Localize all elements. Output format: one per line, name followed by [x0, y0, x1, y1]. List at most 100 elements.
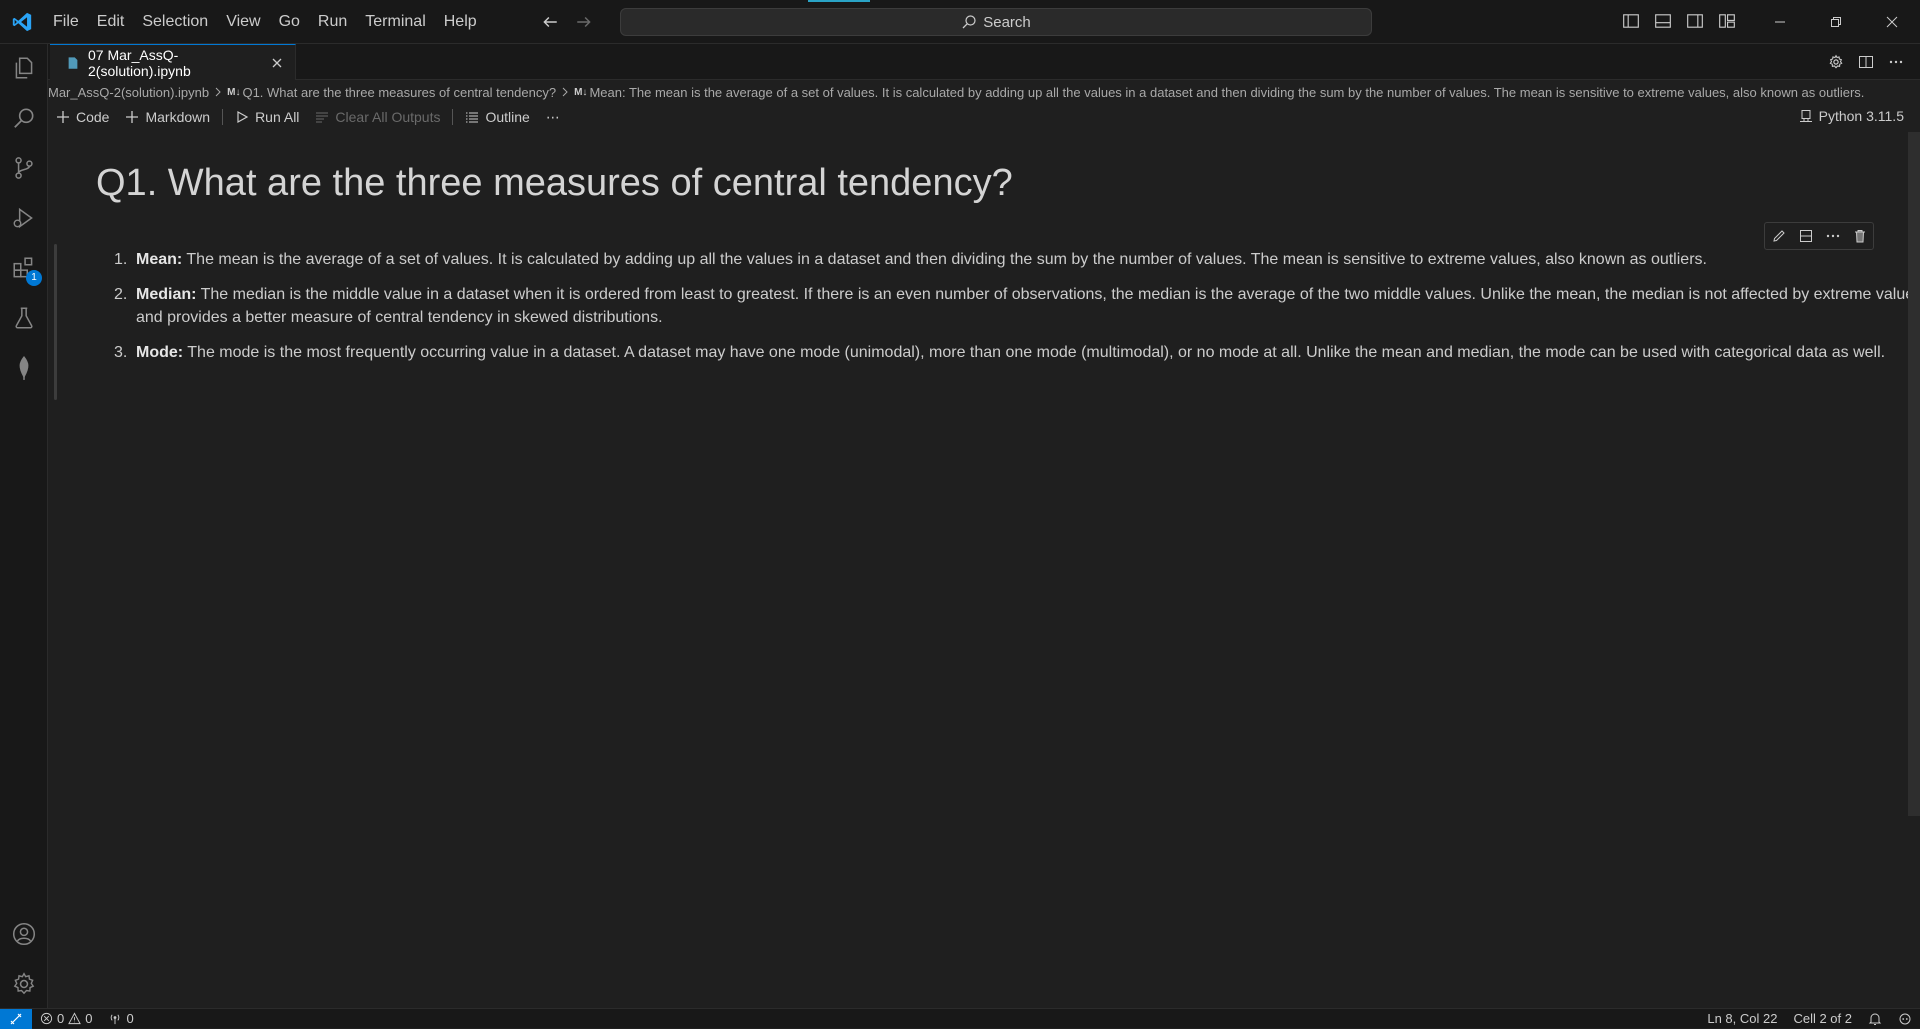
layout-controls — [1620, 10, 1738, 32]
restore-icon[interactable] — [1808, 0, 1864, 44]
menu-file[interactable]: File — [44, 7, 88, 37]
explorer-icon[interactable] — [0, 44, 48, 92]
menu-view[interactable]: View — [217, 7, 269, 37]
toolbar-divider — [452, 109, 454, 125]
clear-outputs-icon — [315, 110, 329, 124]
source-control-icon[interactable] — [0, 144, 48, 192]
chevron-right-icon — [213, 87, 223, 97]
split-editor-icon[interactable] — [1856, 52, 1876, 72]
run-and-debug-icon[interactable] — [0, 194, 48, 242]
menu-run[interactable]: Run — [309, 7, 356, 37]
split-cell-icon[interactable] — [1796, 226, 1816, 246]
mongodb-leaf-icon[interactable] — [0, 344, 48, 392]
menu-help[interactable]: Help — [435, 7, 486, 37]
search-label: Search — [983, 13, 1031, 31]
measures-list: 1. Mean: The mean is the average of a se… — [114, 248, 1920, 376]
toolbar-more-button[interactable]: ⋯ — [538, 105, 568, 129]
status-bar: 0 0 0 Ln 8, Col 22 Cell 2 of 2 — [0, 1008, 1920, 1029]
list-text: The mean is the average of a set of valu… — [182, 251, 1707, 268]
clear-outputs-label: Clear All Outputs — [335, 109, 441, 125]
accounts-icon[interactable] — [0, 910, 48, 958]
list-term: Mean: — [136, 251, 183, 268]
edit-cell-pencil-icon[interactable] — [1769, 226, 1789, 246]
back-arrow-icon[interactable] — [540, 12, 560, 32]
run-all-label: Run All — [255, 109, 300, 125]
breadcrumb-item[interactable]: Mean: The mean is the average of a set o… — [589, 85, 1864, 100]
remote-indicator-icon[interactable] — [0, 1008, 32, 1029]
notebook-toolbar: Code Markdown Run All Clear All Outputs … — [48, 104, 1920, 130]
list-term: Mode: — [136, 344, 184, 361]
clear-all-outputs-button[interactable]: Clear All Outputs — [307, 105, 448, 129]
copilot-icon[interactable] — [1890, 1012, 1920, 1026]
add-markdown-label: Markdown — [145, 109, 211, 125]
minimize-icon[interactable] — [1752, 0, 1808, 44]
vertical-scrollbar[interactable] — [1908, 132, 1920, 816]
outline-button[interactable]: Outline — [457, 105, 537, 129]
list-number: 2. — [114, 286, 128, 303]
testing-flask-icon[interactable] — [0, 294, 48, 342]
ellipsis-icon: ⋯ — [545, 108, 560, 125]
list-number: 1. — [114, 251, 128, 268]
add-code-cell-button[interactable]: Code — [48, 105, 117, 129]
toggle-primary-sidebar-icon[interactable] — [1620, 10, 1642, 32]
warning-icon — [68, 1012, 82, 1025]
customize-layout-icon[interactable] — [1716, 10, 1738, 32]
cell-toolbar — [1764, 222, 1874, 250]
settings-gear-icon[interactable] — [0, 960, 48, 1008]
delete-cell-trash-icon[interactable] — [1850, 226, 1870, 246]
menu-selection[interactable]: Selection — [133, 7, 217, 37]
ports-count: 0 — [126, 1011, 134, 1026]
activity-bar: 1 — [0, 44, 48, 1010]
list-item: 2. Median: The median is the middle valu… — [114, 283, 1920, 329]
add-markdown-cell-button[interactable]: Markdown — [117, 105, 218, 129]
toggle-secondary-sidebar-icon[interactable] — [1684, 10, 1706, 32]
breadcrumb: Mar_AssQ-2(solution).ipynb M↓ Q1. What a… — [48, 81, 1920, 103]
markdown-badge-icon: M↓ — [227, 86, 241, 98]
title-bar: File Edit Selection View Go Run Terminal… — [0, 0, 1920, 44]
toggle-panel-icon[interactable] — [1652, 10, 1674, 32]
markdown-heading: Q1. What are the three measures of centr… — [96, 162, 1013, 204]
forward-arrow-icon[interactable] — [574, 12, 594, 32]
notebook-editor: Q1. What are the three measures of centr… — [48, 132, 1920, 1010]
run-all-button[interactable]: Run All — [227, 105, 307, 129]
more-actions-icon[interactable] — [1886, 52, 1906, 72]
ports-indicator[interactable]: 0 — [100, 1011, 141, 1026]
list-number: 3. — [114, 344, 128, 361]
search-view-icon[interactable] — [0, 94, 48, 142]
error-count: 0 — [57, 1011, 65, 1026]
notebook-settings-gear-icon[interactable] — [1826, 52, 1846, 72]
kernel-icon — [1799, 109, 1813, 123]
cell-focus-indicator — [54, 244, 57, 400]
menu-terminal[interactable]: Terminal — [356, 7, 434, 37]
list-icon — [465, 110, 479, 124]
extensions-icon[interactable]: 1 — [0, 244, 48, 292]
menu-go[interactable]: Go — [270, 7, 309, 37]
breadcrumb-heading[interactable]: Q1. What are the three measures of centr… — [242, 85, 556, 100]
cursor-position[interactable]: Ln 8, Col 22 — [1699, 1011, 1785, 1026]
menu-bar: File Edit Selection View Go Run Terminal… — [44, 0, 486, 44]
cell-more-icon[interactable] — [1823, 226, 1843, 246]
list-term: Median: — [136, 286, 197, 303]
notifications-bell-icon[interactable] — [1860, 1012, 1890, 1026]
toolbar-divider — [222, 109, 224, 125]
list-item: 1. Mean: The mean is the average of a se… — [114, 248, 1920, 271]
outline-label: Outline — [485, 109, 530, 125]
title-accent-strip — [808, 0, 870, 2]
add-code-label: Code — [76, 109, 110, 125]
list-text: The median is the middle value in a data… — [136, 286, 1920, 326]
tab-notebook[interactable]: 07 Mar_AssQ-2(solution).ipynb — [50, 44, 296, 80]
tab-title: 07 Mar_AssQ-2(solution).ipynb — [88, 46, 191, 79]
vscode-logo-icon — [0, 0, 44, 44]
menu-edit[interactable]: Edit — [88, 7, 134, 37]
close-window-icon[interactable] — [1864, 0, 1920, 44]
kernel-label: Python 3.11.5 — [1818, 108, 1904, 124]
command-center-search[interactable]: Search — [620, 8, 1372, 36]
editor-tab-bar: 07 Mar_AssQ-2(solution).ipynb — [48, 44, 1920, 80]
problems-indicator[interactable]: 0 0 — [32, 1011, 100, 1026]
play-icon — [235, 110, 249, 124]
status-right: Ln 8, Col 22 Cell 2 of 2 — [1699, 1011, 1920, 1026]
cell-indicator[interactable]: Cell 2 of 2 — [1785, 1011, 1860, 1026]
kernel-picker[interactable]: Python 3.11.5 — [1799, 104, 1904, 128]
close-tab-icon[interactable] — [269, 54, 285, 72]
breadcrumb-file[interactable]: Mar_AssQ-2(solution).ipynb — [48, 85, 209, 100]
